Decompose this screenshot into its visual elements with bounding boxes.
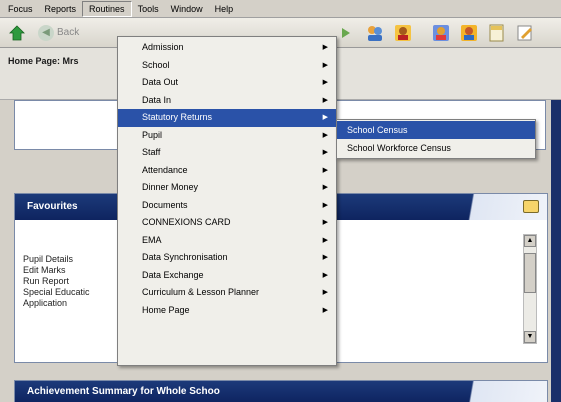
submenu-item-school-census[interactable]: School Census (337, 121, 535, 139)
scroll-up-icon[interactable]: ▲ (524, 235, 536, 247)
menu-item-label: Pupil (142, 129, 163, 140)
home-icon[interactable] (6, 22, 28, 44)
favourite-item[interactable]: Pupil Details (23, 254, 90, 265)
back-button[interactable]: ◀ Back (38, 24, 80, 41)
header-swoosh (407, 381, 547, 402)
submenu-arrow-icon: ▶ (322, 219, 328, 226)
favourite-item[interactable]: Edit Marks (23, 265, 90, 276)
submenu-arrow-icon: ▶ (322, 254, 328, 261)
menu-item-label: Dinner Money (142, 182, 199, 192)
teacher-icon[interactable] (392, 22, 414, 44)
favourite-item[interactable]: Run Report (23, 276, 90, 287)
menu-item-label: Data Exchange (142, 269, 204, 280)
menu-item-label: Curriculum & Lesson Planner (142, 287, 260, 297)
submenu-arrow-icon: ▶ (322, 79, 328, 86)
menu-item-label: Documents (142, 199, 188, 210)
submenu-arrow-icon: ▶ (322, 149, 328, 156)
achievement-title: Achievement Summary for Whole Schoo (27, 386, 220, 397)
menu-item-label: Staff (142, 147, 161, 157)
menu-item-data-in[interactable]: Data In ▶ (118, 92, 336, 110)
menu-item-label: EMA (142, 234, 162, 245)
routines-menu: Admission ▶ School ▶ Data Out ▶ Data In ▶ St… (117, 36, 337, 366)
submenu-item-school-workforce-census[interactable]: School Workforce Census (337, 139, 535, 157)
submenu-arrow-icon: ▶ (322, 131, 328, 139)
menu-item-curriculum-lesson-planner[interactable]: Curriculum & Lesson Planner ▶ (118, 284, 336, 302)
menu-item-label: Home Page (142, 304, 190, 315)
submenu-arrow-icon: ▶ (322, 184, 328, 191)
menu-item-pupil[interactable]: Pupil ▶ (118, 127, 336, 145)
menu-item-home-page[interactable]: Home Page ▶ (118, 302, 336, 320)
menu-routines[interactable]: Routines (82, 0, 132, 17)
menu-item-school[interactable]: School ▶ (118, 57, 336, 75)
favourites-list: Pupil Details Edit Marks Run Report Spec… (23, 254, 90, 309)
forward-arrow-icon[interactable] (336, 22, 358, 44)
achievement-panel: Achievement Summary for Whole Schoo (14, 380, 548, 402)
menu-item-label: CONNEXIONS CARD (142, 217, 231, 227)
menubar: Focus Reports Routines Tools Window Help (0, 0, 561, 18)
menu-item-label: School (142, 59, 170, 70)
people-icon[interactable] (364, 22, 386, 44)
edit-icon[interactable] (514, 22, 536, 44)
staff-icon[interactable] (458, 22, 480, 44)
submenu-arrow-icon: ▶ (322, 271, 328, 279)
right-edge-panel (551, 100, 561, 402)
submenu-arrow-icon: ▶ (322, 166, 328, 174)
favourite-item[interactable]: Special Educatic (23, 287, 90, 298)
menu-item-statutory-returns[interactable]: Statutory Returns ▶ (118, 109, 336, 127)
print-icon[interactable] (523, 200, 539, 213)
achievement-header: Achievement Summary for Whole Schoo (15, 381, 547, 402)
submenu-arrow-icon: ▶ (322, 114, 328, 121)
submenu-arrow-icon: ▶ (322, 201, 328, 209)
menu-reports[interactable]: Reports (39, 1, 83, 17)
back-label: Back (57, 27, 80, 38)
document-icon[interactable] (486, 22, 508, 44)
menu-item-label: Statutory Returns (142, 112, 213, 122)
menu-item-data-out[interactable]: Data Out ▶ (118, 74, 336, 92)
menu-item-data-exchange[interactable]: Data Exchange ▶ (118, 267, 336, 285)
menu-focus[interactable]: Focus (2, 1, 39, 17)
scroll-thumb[interactable] (524, 253, 536, 293)
menu-item-staff[interactable]: Staff ▶ (118, 144, 336, 162)
submenu-arrow-icon: ▶ (322, 44, 328, 51)
page-title: Home Page: Mrs (8, 56, 79, 66)
menu-item-connexions-card[interactable]: CONNEXIONS CARD ▶ (118, 214, 336, 232)
back-arrow-icon: ◀ (38, 24, 54, 41)
menu-item-label: Data In (142, 94, 172, 105)
pupil-icon[interactable] (430, 22, 452, 44)
submenu-arrow-icon: ▶ (322, 96, 328, 104)
scroll-down-icon[interactable]: ▼ (524, 331, 536, 343)
submenu-arrow-icon: ▶ (322, 306, 328, 314)
menu-item-label: Attendance (142, 164, 188, 175)
menu-item-label: Data Out (142, 77, 179, 87)
menu-item-data-synchronisation[interactable]: Data Synchronisation ▶ (118, 249, 336, 267)
favourites-scrollbar[interactable]: ▲ ▼ (523, 234, 537, 344)
menu-tools[interactable]: Tools (132, 1, 165, 17)
menu-item-admission[interactable]: Admission ▶ (118, 39, 336, 57)
submenu-arrow-icon: ▶ (322, 61, 328, 69)
favourite-item[interactable]: Application (23, 298, 90, 309)
statutory-returns-submenu: School Census School Workforce Census (336, 119, 536, 159)
menu-item-label: Admission (142, 42, 184, 52)
menu-item-documents[interactable]: Documents ▶ (118, 197, 336, 215)
favourites-title: Favourites (27, 201, 78, 212)
menu-item-attendance[interactable]: Attendance ▶ (118, 162, 336, 180)
submenu-arrow-icon: ▶ (322, 236, 328, 244)
menu-item-label: Data Synchronisation (142, 252, 228, 262)
submenu-arrow-icon: ▶ (322, 289, 328, 296)
menu-item-ema[interactable]: EMA ▶ (118, 232, 336, 250)
menu-item-dinner-money[interactable]: Dinner Money ▶ (118, 179, 336, 197)
menu-window[interactable]: Window (165, 1, 209, 17)
menu-help[interactable]: Help (209, 1, 240, 17)
